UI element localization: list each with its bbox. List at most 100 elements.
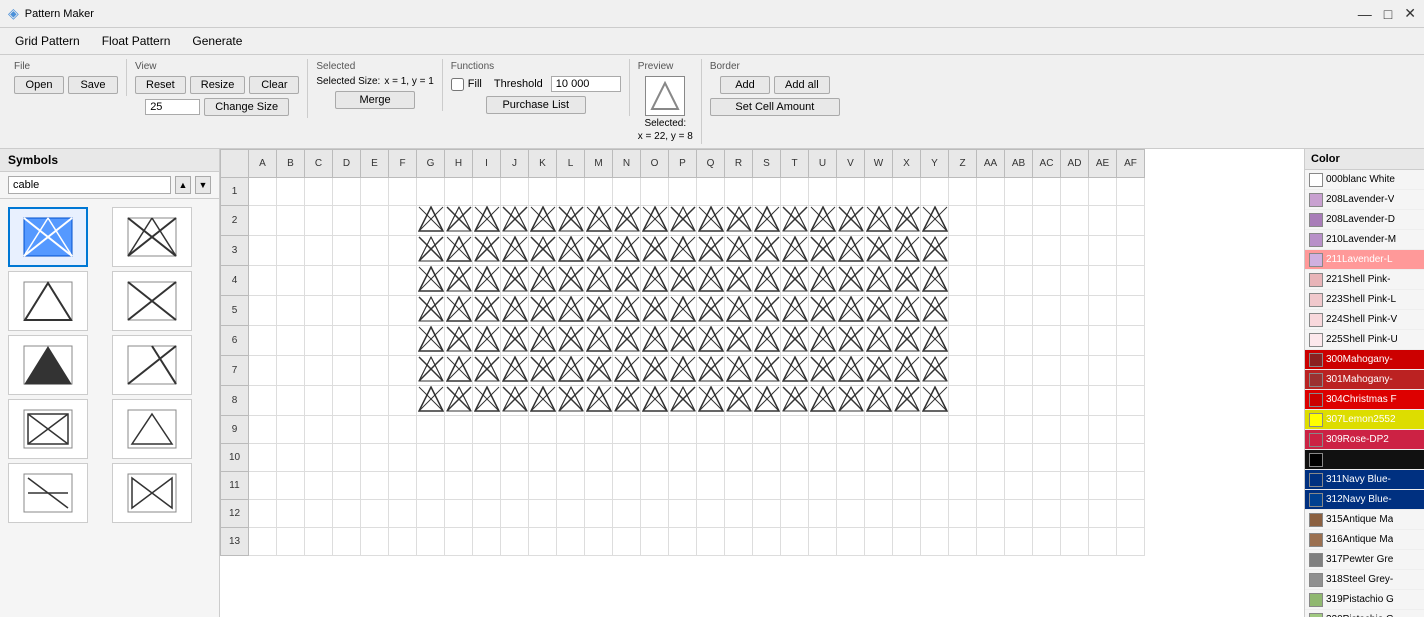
pattern-cell[interactable]	[529, 236, 557, 266]
empty-cell[interactable]	[613, 472, 641, 500]
empty-cell[interactable]	[781, 444, 809, 472]
pattern-cell[interactable]	[809, 296, 837, 326]
grid-area[interactable]: ABCDEFGHIJKLMNOPQRSTUVWXYZAAABACADAEAF12…	[220, 149, 1304, 617]
empty-cell[interactable]	[1089, 326, 1117, 356]
empty-cell[interactable]	[1033, 236, 1061, 266]
pattern-cell[interactable]	[725, 386, 753, 416]
empty-cell[interactable]	[1005, 444, 1033, 472]
empty-cell[interactable]	[361, 386, 389, 416]
empty-cell[interactable]	[865, 416, 893, 444]
color-item[interactable]: 309Rose-DP2	[1305, 430, 1424, 450]
empty-cell[interactable]	[501, 416, 529, 444]
empty-cell[interactable]	[277, 472, 305, 500]
empty-cell[interactable]	[977, 444, 1005, 472]
empty-cell[interactable]	[557, 472, 585, 500]
empty-cell[interactable]	[557, 178, 585, 206]
empty-cell[interactable]	[725, 178, 753, 206]
empty-cell[interactable]	[1089, 416, 1117, 444]
empty-cell[interactable]	[977, 528, 1005, 556]
pattern-cell[interactable]	[725, 206, 753, 236]
pattern-cell[interactable]	[501, 266, 529, 296]
empty-cell[interactable]	[417, 472, 445, 500]
empty-cell[interactable]	[557, 416, 585, 444]
empty-cell[interactable]	[781, 416, 809, 444]
pattern-cell[interactable]	[417, 356, 445, 386]
empty-cell[interactable]	[697, 472, 725, 500]
empty-cell[interactable]	[977, 326, 1005, 356]
pattern-cell[interactable]	[585, 326, 613, 356]
pattern-cell[interactable]	[893, 206, 921, 236]
empty-cell[interactable]	[361, 472, 389, 500]
pattern-cell[interactable]	[921, 386, 949, 416]
empty-cell[interactable]	[529, 528, 557, 556]
fill-checkbox[interactable]	[451, 78, 464, 91]
pattern-cell[interactable]	[557, 356, 585, 386]
pattern-cell[interactable]	[445, 356, 473, 386]
empty-cell[interactable]	[473, 444, 501, 472]
color-item[interactable]: 319Pistachio G	[1305, 590, 1424, 610]
symbol-cell-2[interactable]	[112, 207, 192, 267]
close-button[interactable]: ✕	[1404, 5, 1416, 22]
pattern-cell[interactable]	[865, 206, 893, 236]
pattern-cell[interactable]	[613, 386, 641, 416]
empty-cell[interactable]	[585, 500, 613, 528]
pattern-cell[interactable]	[697, 236, 725, 266]
empty-cell[interactable]	[277, 326, 305, 356]
color-item[interactable]: 211Lavender-L	[1305, 250, 1424, 270]
empty-cell[interactable]	[305, 444, 333, 472]
pattern-cell[interactable]	[501, 386, 529, 416]
empty-cell[interactable]	[669, 178, 697, 206]
empty-cell[interactable]	[361, 178, 389, 206]
pattern-cell[interactable]	[501, 206, 529, 236]
empty-cell[interactable]	[921, 444, 949, 472]
empty-cell[interactable]	[249, 356, 277, 386]
empty-cell[interactable]	[977, 386, 1005, 416]
empty-cell[interactable]	[277, 296, 305, 326]
empty-cell[interactable]	[753, 444, 781, 472]
empty-cell[interactable]	[1005, 528, 1033, 556]
empty-cell[interactable]	[949, 206, 977, 236]
pattern-cell[interactable]	[557, 236, 585, 266]
empty-cell[interactable]	[697, 500, 725, 528]
pattern-cell[interactable]	[669, 236, 697, 266]
pattern-cell[interactable]	[781, 356, 809, 386]
pattern-cell[interactable]	[725, 326, 753, 356]
color-item[interactable]: 318Steel Grey-	[1305, 570, 1424, 590]
pattern-cell[interactable]	[697, 296, 725, 326]
empty-cell[interactable]	[249, 472, 277, 500]
empty-cell[interactable]	[333, 500, 361, 528]
empty-cell[interactable]	[1061, 472, 1089, 500]
empty-cell[interactable]	[585, 178, 613, 206]
empty-cell[interactable]	[1005, 416, 1033, 444]
color-item[interactable]: 311Navy Blue-	[1305, 470, 1424, 490]
empty-cell[interactable]	[1061, 236, 1089, 266]
empty-cell[interactable]	[529, 416, 557, 444]
empty-cell[interactable]	[277, 266, 305, 296]
empty-cell[interactable]	[305, 178, 333, 206]
pattern-cell[interactable]	[417, 326, 445, 356]
empty-cell[interactable]	[389, 296, 417, 326]
pattern-cell[interactable]	[893, 236, 921, 266]
pattern-cell[interactable]	[529, 356, 557, 386]
change-size-button[interactable]: Change Size	[204, 98, 289, 116]
empty-cell[interactable]	[557, 500, 585, 528]
empty-cell[interactable]	[305, 326, 333, 356]
empty-cell[interactable]	[361, 500, 389, 528]
empty-cell[interactable]	[529, 500, 557, 528]
empty-cell[interactable]	[249, 178, 277, 206]
empty-cell[interactable]	[865, 444, 893, 472]
purchase-list-button[interactable]: Purchase List	[486, 96, 586, 114]
menu-float-pattern[interactable]: Float Pattern	[91, 30, 182, 52]
empty-cell[interactable]	[1005, 356, 1033, 386]
pattern-cell[interactable]	[837, 206, 865, 236]
empty-cell[interactable]	[277, 528, 305, 556]
empty-cell[interactable]	[865, 528, 893, 556]
empty-cell[interactable]	[389, 326, 417, 356]
pattern-cell[interactable]	[837, 236, 865, 266]
pattern-cell[interactable]	[669, 296, 697, 326]
empty-cell[interactable]	[249, 528, 277, 556]
empty-cell[interactable]	[501, 472, 529, 500]
empty-cell[interactable]	[249, 500, 277, 528]
empty-cell[interactable]	[949, 266, 977, 296]
empty-cell[interactable]	[977, 296, 1005, 326]
